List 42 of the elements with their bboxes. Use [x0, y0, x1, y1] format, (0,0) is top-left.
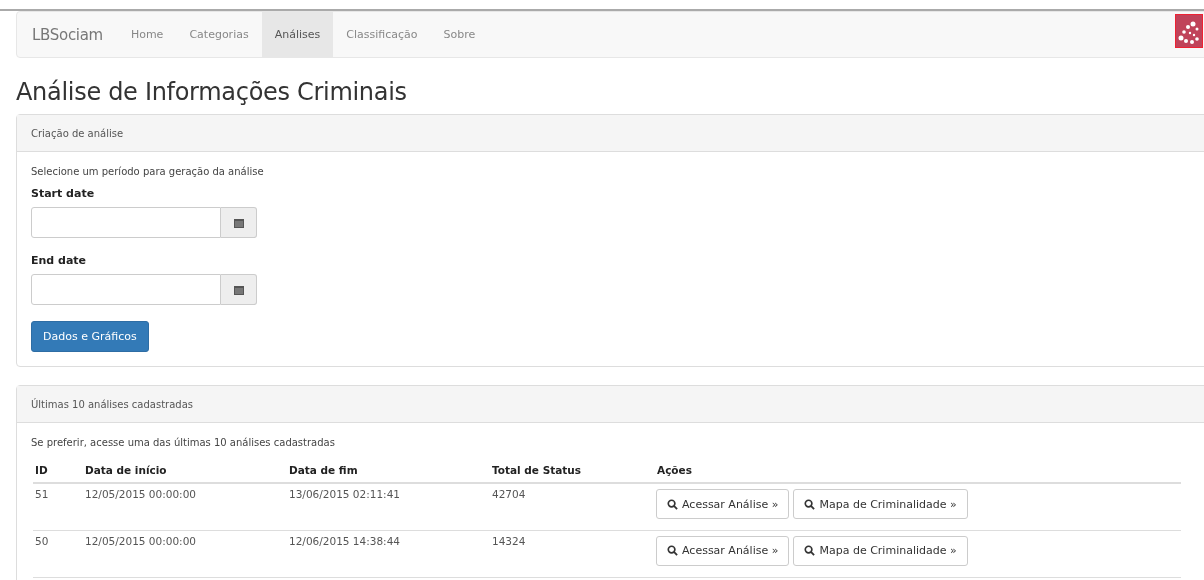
intro-text: Selecione um período para geração da análise: [31, 166, 265, 177]
column-header: Data de início: [83, 458, 287, 483]
page-title: Análise de Informações Criminais: [16, 78, 408, 106]
search-icon: [667, 545, 678, 556]
calendar-icon: [233, 284, 244, 295]
calendar-button[interactable]: [221, 274, 257, 305]
nav-link[interactable]: Categorias: [176, 12, 262, 57]
nav-link[interactable]: Análises: [261, 12, 334, 57]
column-header: Total de Status: [490, 458, 655, 483]
search-icon: [804, 498, 816, 510]
table-cell: 51: [33, 483, 83, 530]
search-icon: [804, 545, 816, 556]
date-field[interactable]: [31, 274, 221, 305]
column-header: ID: [33, 458, 83, 483]
date-field[interactable]: [31, 207, 221, 238]
field-label: End date: [31, 254, 88, 267]
calendar-icon: [233, 217, 244, 228]
search-icon: [667, 498, 678, 510]
calendar-button[interactable]: [221, 207, 257, 238]
table-cell: 42704: [490, 483, 655, 530]
column-header: Ações: [655, 458, 1181, 483]
panel-heading: Últimas 10 análises cadastradas: [17, 386, 1204, 423]
submit-button[interactable]: Dados e Gráficos: [31, 321, 149, 352]
logo-icon[interactable]: [1175, 14, 1203, 48]
column-header: Data de fim: [287, 458, 490, 483]
table-cell: 12/06/2015 14:38:44: [287, 530, 490, 577]
table-cell: 13/06/2015 02:11:41: [287, 483, 490, 530]
action-button[interactable]: Acessar Análise »: [656, 489, 790, 519]
table-cell: 14324: [490, 530, 655, 577]
nav-link[interactable]: Sobre: [430, 12, 489, 57]
action-button[interactable]: Mapa de Criminalidade »: [793, 535, 968, 566]
table-cell: 50: [33, 530, 83, 577]
action-button[interactable]: Acessar Análise »: [656, 535, 790, 566]
table-cell: 12/05/2015 00:00:00: [83, 530, 287, 577]
table-cell: 12/05/2015 00:00:00: [83, 483, 287, 530]
brand[interactable]: LBSociam: [17, 12, 118, 57]
field-label: Start date: [31, 187, 96, 200]
nav-link[interactable]: Classificação: [333, 12, 431, 57]
panel-heading: Criação de análise: [17, 115, 1204, 152]
intro-text: Se preferir, acesse uma das últimas 10 análises cadastradas: [31, 437, 336, 448]
action-button[interactable]: Mapa de Criminalidade »: [793, 489, 968, 519]
nav-link[interactable]: Home: [117, 12, 177, 57]
